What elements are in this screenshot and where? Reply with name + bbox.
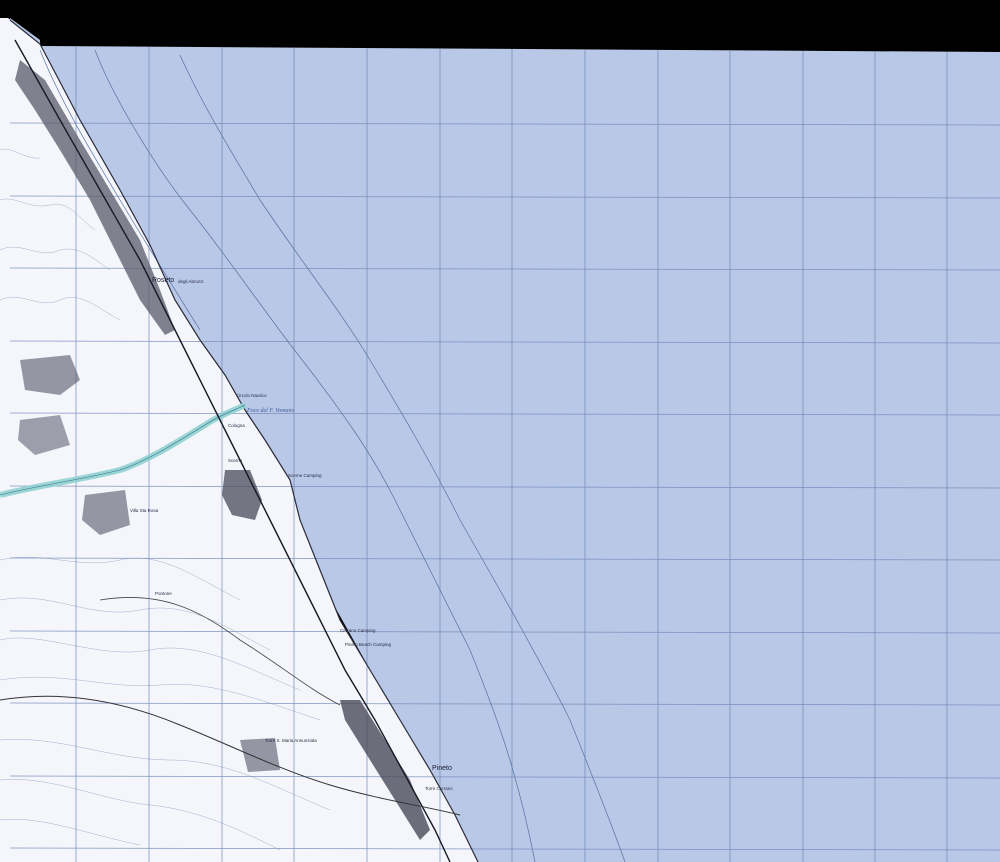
label-circolo-nautico: Circolo Nautico	[236, 393, 267, 398]
label-roseto: Roseto	[152, 277, 174, 284]
label-villa-sta-rosa: Villa Sta Rosa	[130, 508, 159, 513]
label-foce-vomano: Foce del F. Vomano	[246, 408, 295, 414]
label-cerrano-camping: Cerrano Camping	[340, 628, 376, 633]
label-scerne-camping: Scerne Camping	[288, 473, 322, 478]
label-pontone: Pontone	[155, 591, 172, 596]
label-pineto-camping: Pineto Beach Camping	[345, 642, 392, 647]
topographic-map: Roseto degli Abruzzi Circolo Nautico Foc…	[0, 0, 1000, 862]
label-cologna: Cologna	[228, 423, 245, 428]
label-roseto-suffix: degli Abruzzi	[178, 279, 204, 284]
label-scerne: Scerne	[228, 458, 243, 463]
label-torre-cerrano: Torre Cerrano	[425, 786, 453, 791]
label-pineto: Pineto	[432, 765, 452, 772]
label-torre-s-maria: Torre S. Maria Annunziata	[265, 738, 317, 743]
